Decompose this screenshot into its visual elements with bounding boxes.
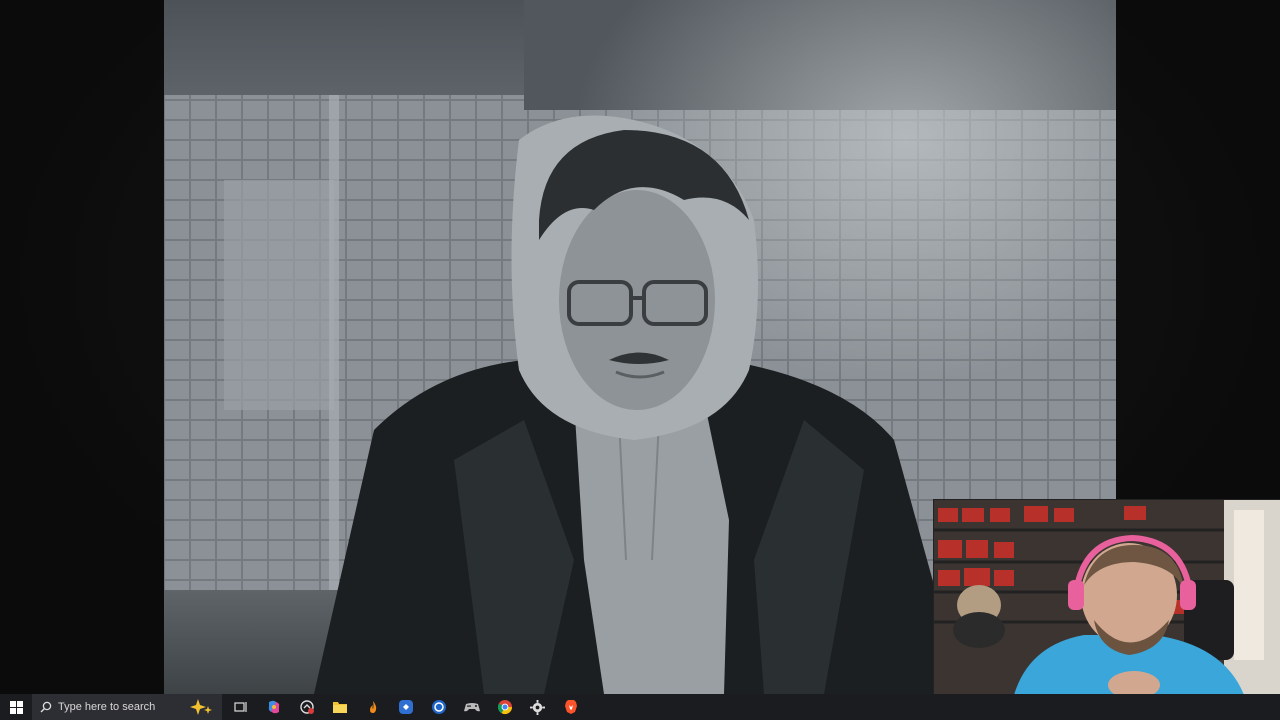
snipping-tool-button[interactable] (290, 694, 323, 720)
app-blue2-button[interactable] (422, 694, 455, 720)
task-view-button[interactable] (224, 694, 257, 720)
fire-app-icon (369, 701, 376, 713)
game-controller-button[interactable] (455, 694, 488, 720)
copilot-button[interactable] (257, 694, 290, 720)
webcam-overlay (933, 499, 1280, 694)
webcam-feed-image (934, 500, 1280, 694)
app-blue-icon (398, 700, 413, 714)
chrome-icon (497, 700, 512, 715)
search-highlight-icon (190, 699, 212, 715)
game-controller-icon (463, 703, 480, 712)
app-blue2-icon (431, 700, 446, 714)
settings-gear-icon (530, 699, 545, 715)
screen-background (0, 0, 1280, 694)
snipping-tool-icon (299, 700, 314, 714)
brave-icon (564, 700, 577, 714)
file-explorer-button[interactable] (323, 694, 356, 720)
file-explorer-icon (332, 702, 347, 713)
chrome-button[interactable] (488, 694, 521, 720)
search-icon (40, 701, 52, 713)
settings-button[interactable] (521, 694, 554, 720)
taskbar: Type here to search (0, 694, 1280, 720)
fire-app-button[interactable] (356, 694, 389, 720)
taskbar-search-box[interactable]: Type here to search (32, 694, 222, 720)
app-blue-button[interactable] (389, 694, 422, 720)
search-placeholder: Type here to search (58, 701, 156, 713)
start-button[interactable] (0, 694, 32, 720)
copilot-icon (268, 700, 279, 714)
windows-start-icon (9, 700, 23, 714)
brave-button[interactable] (554, 694, 587, 720)
task-view-icon (233, 702, 247, 712)
